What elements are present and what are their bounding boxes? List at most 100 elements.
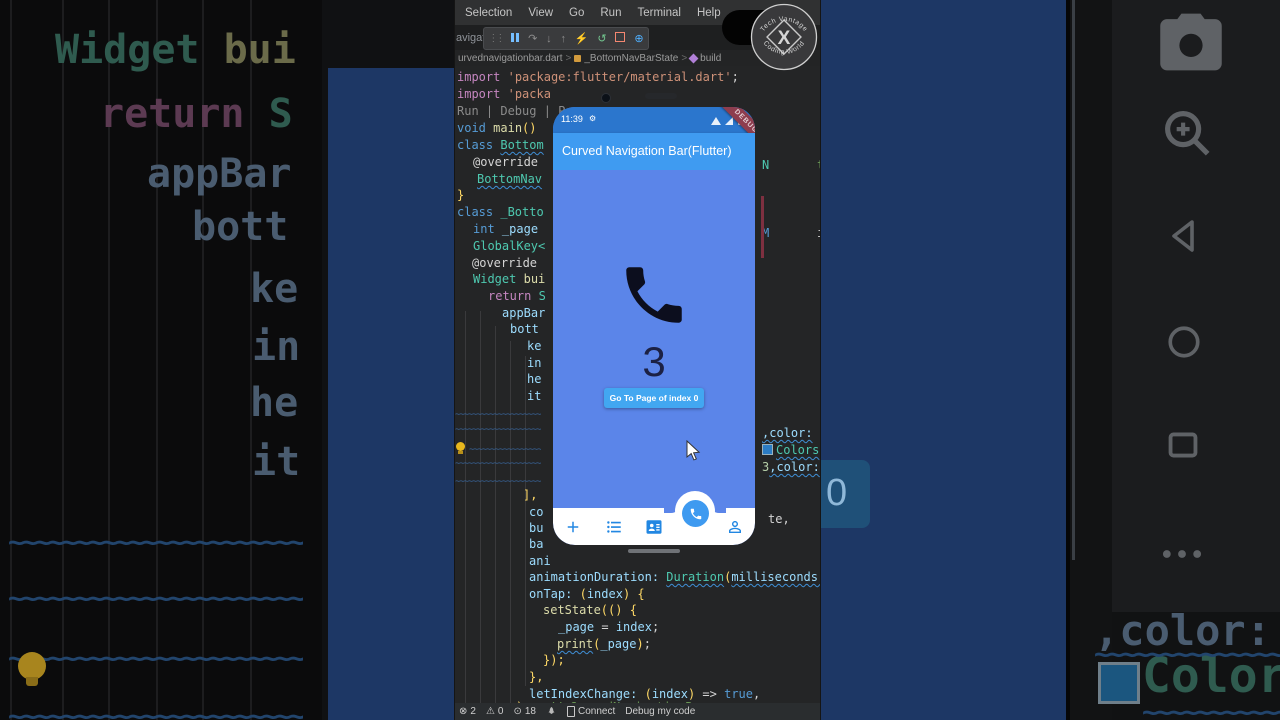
hot-reload-icon[interactable]: ⚡ bbox=[575, 32, 589, 45]
bg-left-code-panel: Widget bui return SappBar bott ke in he it ~~~… bbox=[0, 0, 455, 720]
code-token: class bbox=[457, 205, 494, 219]
code-token: }, bbox=[529, 670, 544, 684]
phone-camera-dot bbox=[601, 93, 611, 103]
method-symbol-icon bbox=[688, 53, 699, 63]
nav-item-person-icon[interactable] bbox=[715, 513, 755, 541]
code-token: import bbox=[457, 70, 501, 84]
code-token: index bbox=[586, 587, 623, 601]
code-token: bott bbox=[192, 204, 289, 250]
menu-item-view[interactable]: View bbox=[528, 7, 553, 19]
class-symbol-icon bbox=[574, 54, 582, 62]
code-token: he bbox=[527, 372, 542, 386]
code-token: return bbox=[100, 91, 245, 137]
code-token: } bbox=[457, 188, 465, 202]
phone-screen: 11:39 ⚙ DEBUG Curved Navigation Bar(Flut… bbox=[553, 107, 755, 545]
breadcrumb-separator: > bbox=[565, 52, 572, 64]
problems-errors[interactable]: ⊗ 2 bbox=[459, 706, 476, 717]
lightbulb-icon[interactable] bbox=[456, 442, 465, 454]
code-token: }); bbox=[543, 653, 565, 667]
menu-item-run[interactable]: Run bbox=[600, 7, 621, 19]
code-token: animationDuration: bbox=[529, 570, 660, 584]
code-token: Duration bbox=[666, 570, 725, 584]
breadcrumb-member[interactable]: build bbox=[700, 53, 721, 64]
problems-infos[interactable]: ⊙ 18 bbox=[513, 706, 536, 717]
breadcrumb-separator: > bbox=[681, 52, 688, 64]
phone-status-bar: 11:39 ⚙ bbox=[553, 107, 755, 133]
code-token: 'packa bbox=[507, 87, 551, 101]
signal-icon bbox=[725, 117, 733, 125]
phone-gear-icon: ⚙ bbox=[589, 114, 597, 123]
code-token: return bbox=[488, 289, 532, 303]
step-over-icon[interactable]: ↷ bbox=[528, 32, 537, 45]
pause-icon[interactable] bbox=[511, 32, 520, 45]
menu-item-go[interactable]: Go bbox=[569, 7, 584, 19]
code-token: BottomNav bbox=[477, 172, 543, 186]
debug-toolbar: ⋮⋮ ↷ ↓ ↑ ⚡ ↺ ⊕ bbox=[483, 27, 649, 50]
launch-icon[interactable] bbox=[546, 706, 557, 717]
restart-icon[interactable]: ↺ bbox=[597, 32, 606, 45]
breadcrumb-class[interactable]: _BottomNavBarState bbox=[584, 53, 678, 64]
nav-item-add-icon[interactable] bbox=[553, 513, 593, 541]
bg-squiggle: ~~~~~~~~~~~~~~~~~~~~~~~~~~~~~~~~~~~~~~~~… bbox=[8, 710, 303, 720]
go-to-page-button[interactable]: Go To Page of index 0 bbox=[604, 388, 704, 408]
code-token: it bbox=[252, 439, 301, 485]
code-token: setState bbox=[543, 603, 601, 617]
code-token: { bbox=[622, 603, 637, 617]
debug-my-code-button[interactable]: Debug my code bbox=[625, 706, 695, 717]
step-into-icon[interactable]: ↓ bbox=[546, 33, 552, 45]
bg-squiggle: ~~~~~~~~~~~~~~~~~~~~~~~~~~~~~~~~~~~~~~~~… bbox=[8, 592, 303, 610]
menu-item-selection[interactable]: Selection bbox=[465, 7, 512, 19]
code-token: ; bbox=[651, 620, 660, 634]
squiggle-row: ~~~~~~~~~~~~~~~~~~~~~~~~~~~~~~~~~~~~~~~~… bbox=[455, 479, 541, 486]
phone-clock: 11:39 bbox=[561, 114, 583, 124]
code-token: Colors bbox=[776, 443, 820, 457]
breadcrumb-file[interactable]: urvednavigationbar.dart bbox=[458, 53, 563, 64]
nav-item-list-icon[interactable] bbox=[594, 513, 634, 541]
code-token: ], bbox=[523, 488, 538, 502]
code-token: bui bbox=[523, 272, 546, 286]
connect-device-button[interactable]: Connect bbox=[567, 706, 615, 717]
menu-item-terminal[interactable]: Terminal bbox=[637, 7, 680, 19]
menu-item-help[interactable]: Help bbox=[697, 7, 721, 19]
code-token bbox=[762, 444, 773, 455]
code-token: main bbox=[493, 121, 523, 135]
code-token: _page bbox=[558, 620, 595, 634]
tab-filename[interactable]: avigat bbox=[456, 32, 485, 44]
code-token: { bbox=[630, 587, 645, 601]
svg-text:X: X bbox=[778, 28, 791, 49]
bg-squiggle: ~~~~~~~~~~~~~~~~~~~~~~~~~~~~~~~~~~~~~~~~… bbox=[8, 652, 303, 670]
code-token: = bbox=[594, 620, 616, 634]
bg-squiggle: ~~~~~~~~~~~~~~~~~~~~~~~~~~~~~~~~~~~~~~~~… bbox=[8, 536, 303, 554]
code-token: @override bbox=[472, 256, 538, 270]
app-bar-title: Curved Navigation Bar(Flutter) bbox=[562, 144, 732, 158]
code-token: in bbox=[252, 324, 301, 370]
nav-item-phone-icon[interactable] bbox=[674, 513, 714, 541]
overview-ruler-mark bbox=[761, 196, 764, 258]
code-token: , bbox=[753, 687, 761, 701]
step-out-icon[interactable]: ↑ bbox=[561, 33, 567, 45]
phone-speaker bbox=[645, 93, 677, 99]
inspect-icon[interactable]: ⊕ bbox=[634, 32, 643, 45]
code-token: class bbox=[457, 138, 494, 152]
code-token: appBar bbox=[502, 306, 546, 320]
stop-icon[interactable] bbox=[615, 32, 626, 45]
code-token: (() bbox=[600, 603, 623, 617]
code-token: Widget bbox=[473, 272, 517, 286]
code-token: ba bbox=[529, 537, 544, 551]
drag-grip-icon[interactable]: ⋮⋮ bbox=[488, 33, 505, 44]
problems-warnings[interactable]: ⚠ 0 bbox=[486, 706, 504, 717]
squiggle-row: ~~~~~~~~~~~~~~~~~~~~~~~~~~~~~~~~~~~~~~~~… bbox=[455, 427, 541, 434]
code-token: print bbox=[557, 637, 594, 651]
channel-logo: X Tech Vantage Coding World bbox=[750, 3, 818, 71]
page-index-number: 3 bbox=[642, 338, 666, 385]
code-token: appBar bbox=[147, 151, 292, 197]
code-token: ) bbox=[636, 637, 644, 651]
home-indicator bbox=[628, 549, 680, 553]
nav-item-contact-card-icon[interactable] bbox=[634, 513, 674, 541]
code-token: @override bbox=[473, 155, 539, 169]
